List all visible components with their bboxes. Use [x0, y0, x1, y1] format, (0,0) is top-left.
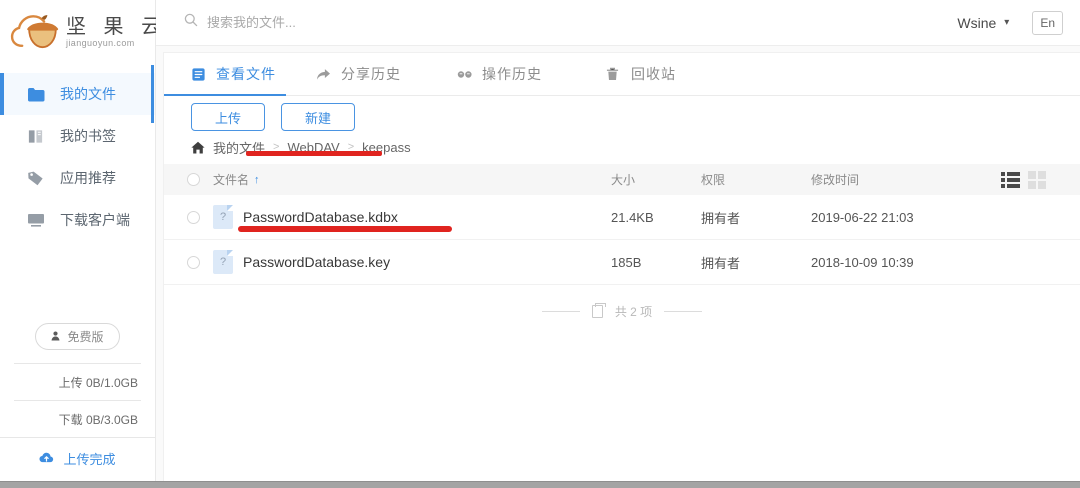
- brand-name: 坚 果 云: [66, 16, 168, 38]
- share-arrow-icon: [316, 66, 332, 82]
- file-size: 185B: [611, 254, 642, 270]
- search-box: [184, 13, 957, 32]
- topbar: Wsine ▾ En: [156, 0, 1080, 46]
- divider: [664, 311, 703, 312]
- files-count-icon: [591, 303, 606, 318]
- person-icon: [51, 330, 60, 344]
- sort-ascending-icon: ↑: [254, 173, 260, 186]
- file-modified: 2019-06-22 21:03: [811, 209, 914, 225]
- item-count-label: 共 2 项: [614, 305, 653, 319]
- brand-logo[interactable]: 坚 果 云 jianguoyun.com: [0, 0, 161, 55]
- tab-bar: 查看文件 分享历史 操作历史 回收站: [164, 53, 1080, 96]
- chevron-down-icon: ▾: [1004, 17, 1010, 28]
- select-all-checkbox[interactable]: [187, 173, 200, 186]
- search-icon: [184, 13, 198, 32]
- monitor-icon: [27, 212, 45, 228]
- user-menu[interactable]: Wsine ▾: [957, 15, 1009, 31]
- row-checkbox[interactable]: [187, 210, 200, 224]
- grid-view-icon[interactable]: [1028, 170, 1046, 189]
- file-name[interactable]: PasswordDatabase.kdbx: [243, 209, 398, 225]
- file-table-header: 文件名 ↑ 大小 权限 修改时间: [164, 164, 1080, 195]
- file-permission: 拥有者: [701, 255, 741, 271]
- file-name[interactable]: PasswordDatabase.key: [243, 254, 390, 270]
- content-area: 查看文件 分享历史 操作历史 回收站 上传 新建 我的文件 > WebDAV >…: [156, 46, 1080, 481]
- tab-share-history[interactable]: 分享历史: [316, 53, 401, 95]
- table-row[interactable]: ? PasswordDatabase.key 185B 拥有者 2018-10-…: [164, 240, 1080, 285]
- upload-status-label: 上传完成: [63, 452, 116, 467]
- sidebar-item-label: 我的文件: [60, 86, 116, 102]
- sidebar-item-download-client[interactable]: 下载客户端: [0, 199, 155, 241]
- column-header-filename-label: 文件名: [213, 173, 250, 187]
- upload-quota: 上传 0B/1.0GB: [58, 376, 138, 390]
- column-header-permission[interactable]: 权限: [701, 171, 811, 188]
- folder-icon: [27, 86, 45, 102]
- sidebar-menu: 我的文件 我的书签 应用推荐 下载客户端: [0, 65, 155, 241]
- file-list-icon: [191, 66, 207, 82]
- row-checkbox[interactable]: [187, 255, 200, 269]
- window-bottom-edge: [0, 481, 1080, 488]
- tab-label: 回收站: [631, 66, 676, 82]
- unknown-file-icon: ?: [213, 205, 233, 229]
- trash-icon: [606, 66, 622, 82]
- language-toggle-button[interactable]: En: [1032, 10, 1063, 35]
- file-modified: 2018-10-09 10:39: [811, 254, 914, 270]
- plan-badge-label: 免费版: [67, 330, 104, 344]
- history-icon: [457, 66, 473, 82]
- sidebar-item-label: 下载客户端: [60, 212, 130, 228]
- item-count-footer: 共 2 项: [164, 303, 1080, 320]
- tab-view-files[interactable]: 查看文件: [164, 53, 286, 96]
- upload-status: 上传完成: [0, 438, 155, 481]
- sidebar-item-my-bookmarks[interactable]: 我的书签: [0, 115, 155, 157]
- tab-label: 查看文件: [216, 66, 276, 82]
- download-quota: 下载 0B/3.0GB: [58, 413, 138, 427]
- new-button[interactable]: 新建: [281, 103, 355, 131]
- table-row[interactable]: ? PasswordDatabase.kdbx 21.4KB 拥有者 2019-…: [164, 195, 1080, 240]
- sidebar: 坚 果 云 jianguoyun.com 我的文件 我的书签 应用推荐 下载客户…: [0, 0, 161, 481]
- bookmark-icon: [27, 128, 45, 144]
- unknown-file-icon: ?: [213, 250, 233, 274]
- sidebar-item-label: 我的书签: [60, 128, 116, 144]
- annotation-underline-breadcrumb: [246, 151, 382, 156]
- column-header-modified[interactable]: 修改时间: [811, 171, 1001, 188]
- tab-label: 分享历史: [341, 66, 401, 82]
- sidebar-footer: 免费版 上传 0B/1.0GB 下载 0B/3.0GB 上传完成: [0, 323, 155, 481]
- sidebar-item-label: 应用推荐: [60, 170, 116, 186]
- cloud-upload-icon: [39, 451, 54, 466]
- brand-text: 坚 果 云 jianguoyun.com: [66, 16, 167, 48]
- username: Wsine: [957, 14, 997, 31]
- list-view-icon[interactable]: [1001, 171, 1020, 188]
- plan-badge[interactable]: 免费版: [35, 323, 120, 350]
- action-buttons: 上传 新建: [164, 96, 1080, 131]
- divider: [541, 311, 580, 312]
- acorn-logo-icon: [8, 9, 64, 55]
- tab-operation-history[interactable]: 操作历史: [457, 53, 542, 95]
- home-icon: [191, 141, 205, 154]
- file-permission: 拥有者: [701, 210, 741, 226]
- tab-label: 操作历史: [482, 66, 542, 82]
- column-header-filename[interactable]: 文件名 ↑: [213, 171, 611, 188]
- upload-button[interactable]: 上传: [191, 103, 265, 131]
- brand-domain: jianguoyun.com: [66, 38, 135, 48]
- annotation-underline-kdbx: [238, 226, 452, 232]
- sidebar-item-my-files[interactable]: 我的文件: [0, 65, 155, 123]
- column-header-size[interactable]: 大小: [611, 171, 701, 188]
- search-input[interactable]: [207, 15, 527, 30]
- file-size: 21.4KB: [611, 209, 654, 225]
- tag-icon: [27, 170, 45, 186]
- tab-recycle-bin[interactable]: 回收站: [606, 53, 676, 95]
- sidebar-item-app-recommendations[interactable]: 应用推荐: [0, 157, 155, 199]
- file-panel: 查看文件 分享历史 操作历史 回收站 上传 新建 我的文件 > WebDAV >…: [163, 52, 1080, 481]
